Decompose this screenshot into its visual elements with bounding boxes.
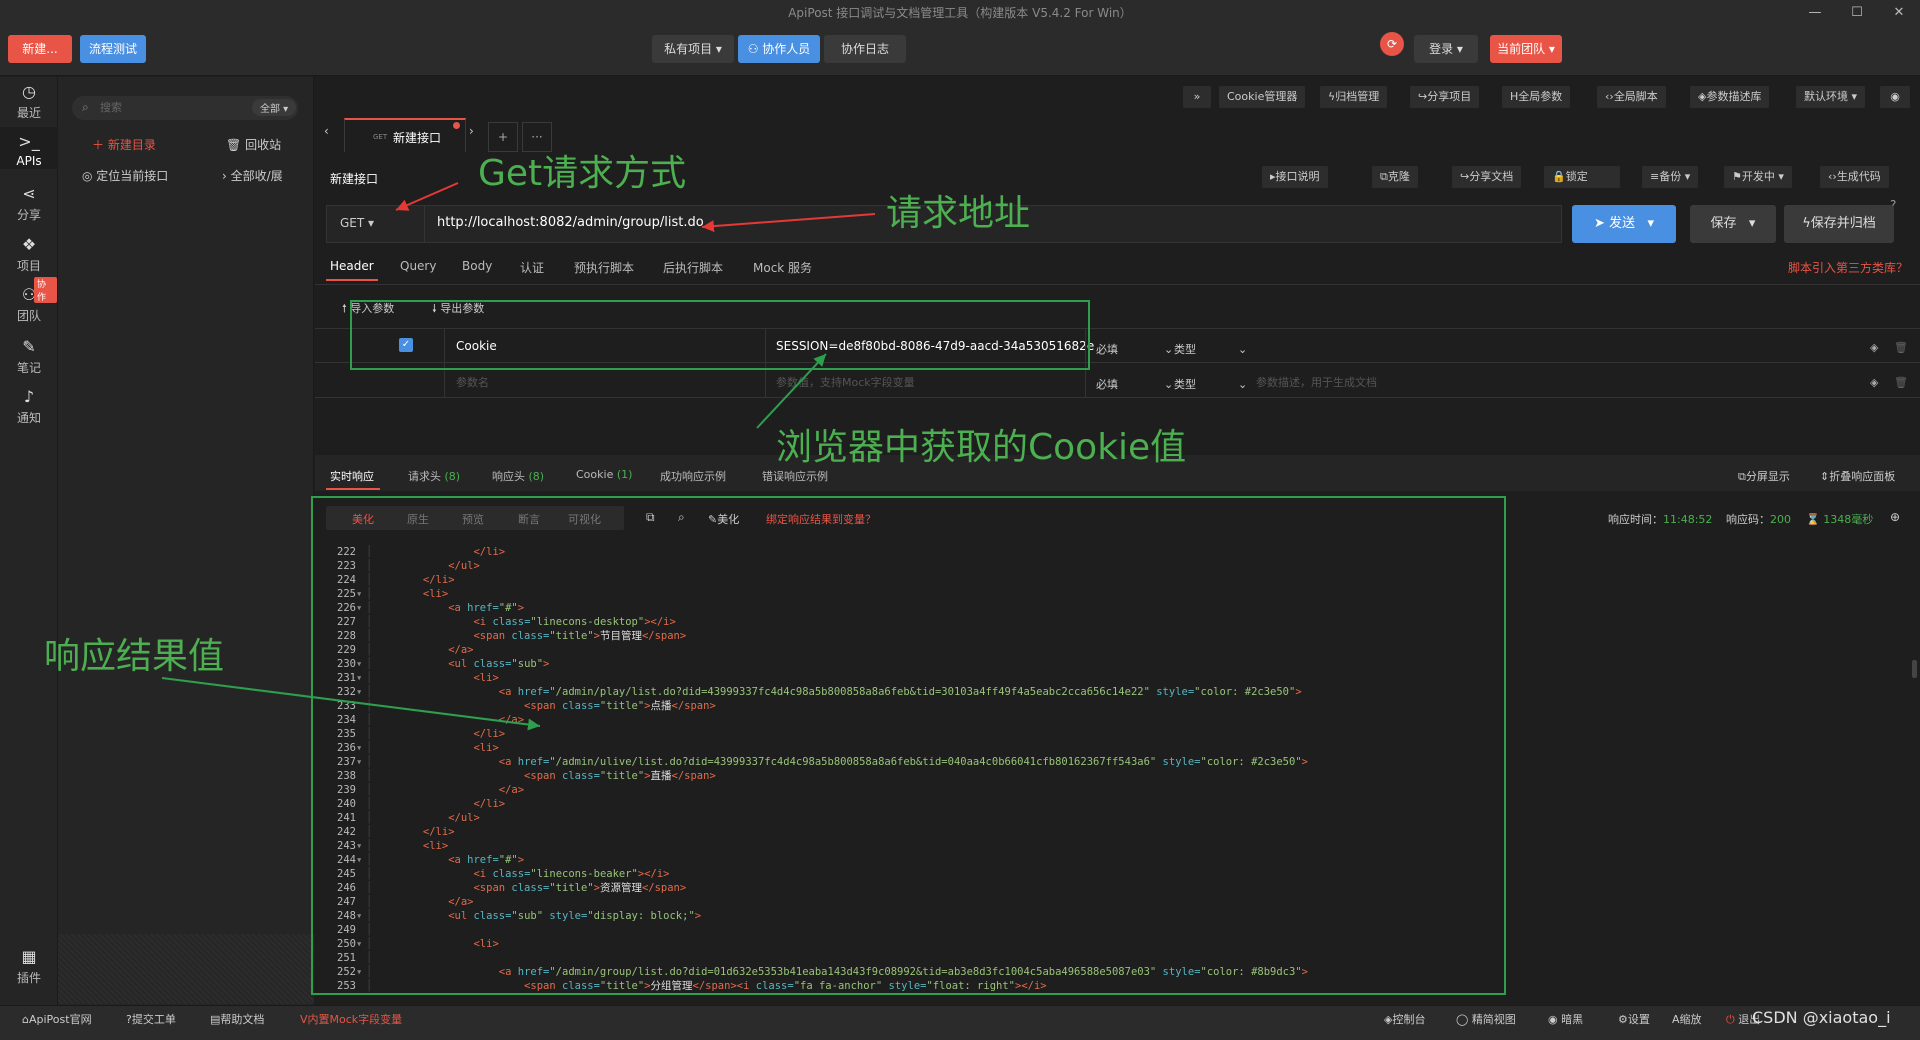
mock-vars-label: 内置Mock字段变量 [307,1013,403,1026]
watermark: CSDN @xiaotao_i [1752,1008,1891,1027]
submit-ticket-link[interactable]: ?提交工单 [126,1011,176,1027]
book-icon: ▤ [210,1013,221,1026]
toggle-icon: ◯ [1456,1013,1472,1026]
zoom-button[interactable]: A缩放 [1672,1011,1702,1027]
get-arrow [395,182,459,211]
official-site-link[interactable]: ⌂ApiPost官网 [22,1011,92,1027]
help-doc-label: 帮助文档 [220,1013,265,1026]
toggle-icon: ◉ [1548,1013,1562,1026]
result-arrow [161,677,541,731]
official-site-label: ApiPost官网 [28,1013,92,1026]
settings-button[interactable]: ⚙设置 [1618,1011,1650,1027]
annotation-cookie: 浏览器中获取的Cookie值 [776,427,1187,468]
annotation-get: Get请求方式 [478,153,687,194]
help-doc-link[interactable]: ▤帮助文档 [210,1011,264,1027]
zoom-icon: A [1672,1013,1680,1026]
power-icon: ⏻ [1726,1013,1739,1026]
console-label: 控制台 [1392,1013,1426,1026]
annotation-url: 请求地址 [886,193,1031,234]
settings-label: 设置 [1627,1013,1650,1026]
url-arrow [701,213,876,233]
annotation-result: 响应结果值 [44,636,225,677]
compact-view-toggle[interactable]: ◯ 精简视图 [1456,1011,1516,1027]
home-icon: ⌂ [22,1013,29,1026]
gear-icon: ⚙ [1618,1013,1628,1026]
console-button[interactable]: ◈控制台 [1384,1011,1425,1027]
dark-mode-toggle[interactable]: ◉ 暗黑 [1548,1011,1583,1027]
mock-vars-link[interactable]: V内置Mock字段变量 [300,1011,402,1027]
cookie-arrow [756,353,827,429]
compact-view-label: 精简视图 [1471,1013,1516,1026]
v-icon: V [300,1013,308,1026]
submit-ticket-label: 提交工单 [131,1013,176,1026]
annotation-arrows [161,182,876,731]
dark-mode-label: 暗黑 [1561,1013,1584,1026]
zoom-label: 缩放 [1679,1013,1702,1026]
